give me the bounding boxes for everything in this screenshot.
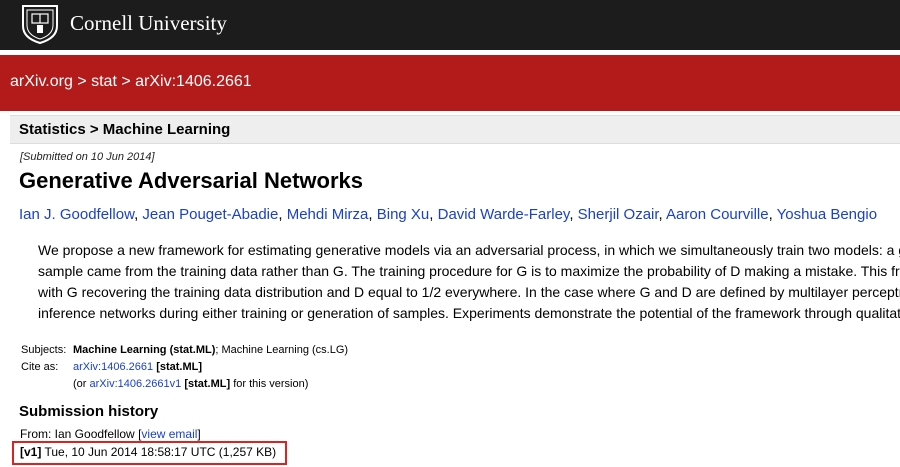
- secondary-subject: ; Machine Learning (cs.LG): [215, 344, 349, 356]
- abstract-line: sample came from the training data rathe…: [38, 263, 900, 279]
- submitter: From: Ian Goodfellow: [20, 427, 135, 441]
- submission-history-heading: Submission history: [19, 403, 159, 420]
- highlight-box: [12, 441, 287, 465]
- submission-date: [Submitted on 10 Jun 2014]: [20, 151, 155, 163]
- cornell-header: Cornell University: [0, 0, 900, 50]
- cite-link[interactable]: arXiv:1406.2661: [73, 361, 153, 373]
- breadcrumb-separator: >: [121, 73, 131, 90]
- breadcrumb-arxiv-link[interactable]: arXiv.org: [10, 73, 73, 90]
- version-suffix: for this version): [233, 378, 309, 390]
- abstract: We propose a new framework for estimatin…: [38, 240, 900, 324]
- subject-heading: Statistics > Machine Learning: [19, 121, 231, 138]
- version-tag: [stat.ML]: [184, 378, 231, 390]
- subjects-label: Subjects:: [21, 344, 67, 356]
- author-link[interactable]: Jean Pouget-Abadie: [142, 206, 278, 223]
- author-link[interactable]: Yoshua Bengio: [777, 206, 877, 223]
- author-list: Ian J. Goodfellow, Jean Pouget-Abadie, M…: [19, 206, 878, 223]
- arxiv-header: arXiv.org > stat > arXiv:1406.2661: [0, 55, 900, 111]
- author-link[interactable]: Sherjil Ozair: [578, 206, 659, 223]
- submitter-row: From: Ian Goodfellow [view email]: [20, 427, 201, 441]
- author-link[interactable]: Ian J. Goodfellow: [19, 206, 134, 223]
- primary-subject: Machine Learning (stat.ML): [73, 344, 216, 356]
- breadcrumb-paper-id[interactable]: arXiv:1406.2661: [135, 73, 252, 90]
- abstract-line: with G recovering the training data dist…: [38, 284, 900, 300]
- paper-title: Generative Adversarial Networks: [19, 168, 364, 193]
- cite-label: Cite as:: [21, 361, 59, 373]
- cite-tag: [stat.ML]: [156, 361, 203, 373]
- author-link[interactable]: Bing Xu: [377, 206, 430, 223]
- breadcrumb-stat-link[interactable]: stat: [91, 73, 117, 90]
- cornell-seal-icon[interactable]: [21, 4, 59, 44]
- breadcrumb: arXiv.org > stat > arXiv:1406.2661: [10, 73, 252, 91]
- abstract-line: We propose a new framework for estimatin…: [38, 242, 900, 258]
- breadcrumb-separator: >: [77, 73, 87, 90]
- author-link[interactable]: Mehdi Mirza: [287, 206, 369, 223]
- author-link[interactable]: David Warde-Farley: [438, 206, 570, 223]
- view-email-link[interactable]: view email: [141, 427, 197, 441]
- cornell-brand[interactable]: Cornell University: [70, 11, 227, 36]
- author-link[interactable]: Aaron Courville: [666, 206, 769, 223]
- version-prefix: (or: [73, 378, 87, 390]
- abstract-line: inference networks during either trainin…: [38, 305, 900, 321]
- subject-bar: Statistics > Machine Learning: [10, 115, 900, 144]
- version-link[interactable]: arXiv:1406.2661v1: [90, 378, 182, 390]
